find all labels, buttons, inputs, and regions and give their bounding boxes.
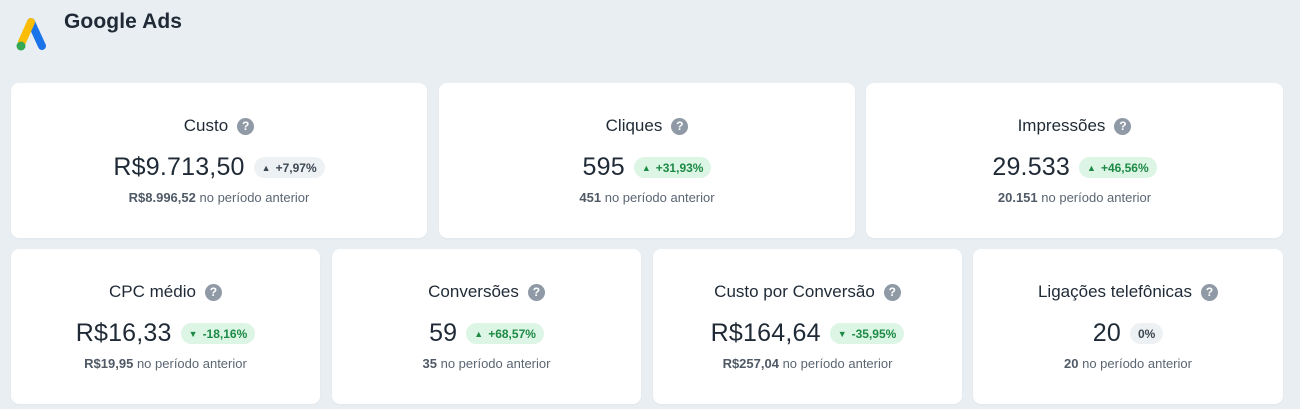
metric-value: 29.533 [992, 153, 1071, 181]
previous-value: R$19,95 [84, 356, 134, 371]
metric-card-cliques: Cliques ? 595 ▲ +31,93% 451 no período a… [439, 83, 855, 238]
help-icon[interactable]: ? [237, 117, 255, 135]
previous-value: R$8.996,52 [128, 190, 196, 205]
previous-value: 20.151 [997, 190, 1038, 205]
previous-label: no período anterior [1082, 356, 1192, 371]
change-percent: -35,95% [851, 326, 897, 341]
previous-label: no período anterior [199, 190, 310, 205]
previous-period: 20.151 no período anterior [866, 190, 1283, 205]
change-percent: +68,57% [488, 326, 536, 341]
metric-value: 59 [429, 319, 458, 347]
metric-value: R$164,64 [710, 319, 821, 347]
change-badge: ▲ +31,93% [633, 157, 712, 178]
arrow-up-icon: ▲ [641, 162, 651, 173]
metric-card-custo-por-conversao: Custo por Conversão ? R$164,64 ▼ -35,95%… [653, 249, 962, 404]
header: Google Ads [14, 10, 182, 54]
previous-value: 20 [1064, 356, 1079, 371]
metric-value: R$16,33 [75, 319, 172, 347]
previous-label: no período anterior [136, 356, 247, 371]
metric-card-impressoes: Impressões ? 29.533 ▲ +46,56% 20.151 no … [866, 83, 1283, 238]
change-percent: +31,93% [655, 160, 704, 175]
arrow-up-icon: ▲ [1087, 162, 1096, 173]
metric-value: R$9.713,50 [113, 153, 245, 181]
arrow-down-icon: ▼ [837, 328, 847, 339]
help-icon[interactable]: ? [883, 283, 901, 301]
help-icon[interactable]: ? [671, 117, 689, 135]
change-badge: 0% [1129, 323, 1164, 344]
change-percent: 0% [1137, 326, 1156, 341]
metric-card-cpc-medio: CPC médio ? R$16,33 ▼ -18,16% R$19,95 no… [11, 249, 320, 404]
previous-period: 451 no período anterior [439, 190, 855, 205]
previous-label: no período anterior [782, 356, 893, 371]
arrow-up-icon: ▲ [474, 328, 484, 339]
previous-label: no período anterior [604, 190, 715, 205]
previous-value: 451 [579, 190, 602, 205]
help-icon[interactable]: ? [1201, 283, 1219, 301]
google-ads-logo-icon [16, 18, 46, 51]
previous-period: R$257,04 no período anterior [653, 356, 962, 371]
app-title: Google Ads [64, 10, 183, 33]
previous-label: no período anterior [440, 356, 551, 371]
metric-value: 595 [582, 153, 625, 181]
help-icon[interactable]: ? [1114, 117, 1132, 135]
metric-card-custo: Custo ? R$9.713,50 ▲ +7,97% R$8.996,52 n… [11, 83, 427, 238]
help-icon[interactable]: ? [204, 283, 222, 301]
metric-title: Custo por Conversão [714, 282, 875, 301]
change-percent: +46,56% [1100, 160, 1149, 175]
metric-title: Cliques [605, 116, 663, 135]
change-badge: ▼ -35,95% [829, 323, 905, 344]
change-percent: +7,97% [275, 160, 317, 175]
change-badge: ▲ +68,57% [466, 323, 544, 344]
metric-value: 20 [1092, 319, 1121, 347]
arrow-up-icon: ▲ [261, 162, 271, 173]
previous-period: 20 no período anterior [973, 356, 1283, 371]
previous-period: R$19,95 no período anterior [11, 356, 320, 371]
metric-title: Ligações telefônicas [1037, 282, 1193, 301]
metric-title: Custo [183, 116, 229, 135]
metric-title: Impressões [1017, 116, 1106, 135]
change-badge: ▼ -18,16% [180, 323, 256, 344]
metric-card-conversoes: Conversões ? 59 ▲ +68,57% 35 no período … [332, 249, 641, 404]
metric-title: Conversões [428, 282, 519, 301]
previous-period: 35 no período anterior [332, 356, 641, 371]
change-percent: -18,16% [202, 326, 248, 341]
change-badge: ▲ +7,97% [253, 157, 325, 178]
change-badge: ▲ +46,56% [1079, 157, 1157, 178]
help-icon[interactable]: ? [527, 283, 545, 301]
previous-value: 35 [422, 356, 437, 371]
previous-value: R$257,04 [722, 356, 779, 371]
metric-card-ligacoes-telefonicas: Ligações telefônicas ? 20 0% 20 no perío… [973, 249, 1283, 404]
metric-title: CPC médio [109, 282, 196, 301]
previous-label: no período anterior [1041, 190, 1152, 205]
arrow-down-icon: ▼ [188, 328, 198, 339]
previous-period: R$8.996,52 no período anterior [11, 190, 427, 205]
